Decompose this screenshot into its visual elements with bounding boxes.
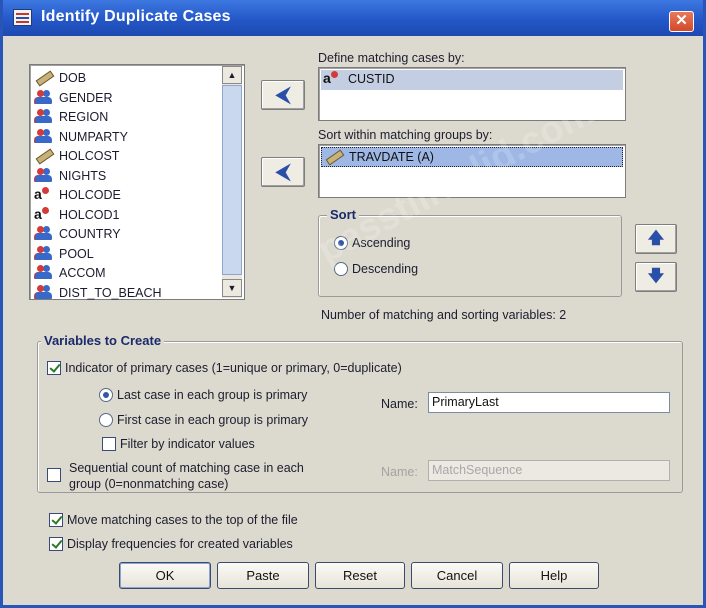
string-variable-icon xyxy=(34,186,54,202)
dialog-title: Identify Duplicate Cases xyxy=(41,8,231,25)
matching-cases-label: Define matching cases by: xyxy=(318,51,465,65)
move-to-top-checkbox[interactable]: Move matching cases to the top of the fi… xyxy=(49,513,298,527)
ok-button[interactable]: OK xyxy=(119,562,211,589)
nominal-variable-icon xyxy=(34,128,54,144)
nominal-variable-icon xyxy=(34,264,54,280)
nominal-variable-icon xyxy=(34,89,54,105)
move-to-top-label: Move matching cases to the top of the fi… xyxy=(67,513,298,527)
indicator-checkbox-box[interactable] xyxy=(47,361,61,375)
variable-list-item[interactable]: NUMPARTY xyxy=(34,128,214,147)
nominal-variable-icon xyxy=(34,108,54,124)
descending-label: Descending xyxy=(352,262,419,276)
display-frequencies-label: Display frequencies for created variable… xyxy=(67,537,293,551)
move-to-matching-button[interactable]: ⮜ xyxy=(261,80,305,110)
variable-list-item[interactable]: DOB xyxy=(34,69,214,88)
variable-list-item[interactable]: GENDER xyxy=(34,89,214,108)
matching-item-label: CUSTID xyxy=(348,72,395,86)
filter-checkbox-box[interactable] xyxy=(102,437,116,451)
name-label: Name: xyxy=(381,397,418,411)
variable-count-text: Number of matching and sorting variables… xyxy=(321,308,567,322)
variable-name: DIST_TO_BEACH xyxy=(59,285,162,300)
paste-button[interactable]: Paste xyxy=(217,562,309,589)
matching-item-row[interactable]: CUSTID xyxy=(321,70,623,90)
display-frequencies-checkbox-box[interactable] xyxy=(49,537,63,551)
nominal-variable-icon xyxy=(34,167,54,183)
filter-label: Filter by indicator values xyxy=(120,437,255,451)
variable-list-item[interactable]: DIST_TO_BEACH xyxy=(34,284,214,303)
reset-button[interactable]: Reset xyxy=(315,562,405,589)
variable-list-item[interactable]: REGION xyxy=(34,108,214,127)
move-down-button[interactable]: 🡇 xyxy=(635,262,677,292)
close-button[interactable]: ✕ xyxy=(669,11,694,32)
string-variable-icon xyxy=(34,206,54,222)
variables-to-create-title: Variables to Create xyxy=(41,333,165,348)
seq-name-label: Name: xyxy=(381,465,418,479)
move-to-sorting-button[interactable]: ⮜ xyxy=(261,157,305,187)
variable-list-item[interactable]: NIGHTS xyxy=(34,167,214,186)
string-variable-icon xyxy=(323,70,343,86)
source-variable-list[interactable]: ▲ ▼ DOB GENDER REGION NUMPARTY HOLCOST NIGHTS… xyxy=(29,64,245,300)
variable-name: HOLCOST xyxy=(59,149,120,163)
nominal-variable-icon xyxy=(34,225,54,241)
variable-list-item[interactable]: POOL xyxy=(34,245,214,264)
first-case-label: First case in each group is primary xyxy=(117,413,309,427)
nominal-variable-icon xyxy=(34,284,54,300)
last-case-label: Last case in each group is primary xyxy=(117,388,308,402)
scroll-down-button[interactable]: ▼ xyxy=(222,279,242,297)
variable-list-item[interactable]: HOLCOD1 xyxy=(34,206,214,225)
variable-name: HOLCODE xyxy=(59,188,121,202)
variable-name: REGION xyxy=(59,110,109,124)
variable-list-item[interactable]: ACCOM xyxy=(34,264,214,283)
variable-list-item[interactable]: HOLCODE xyxy=(34,186,214,205)
indicator-label: Indicator of primary cases (1=unique or … xyxy=(65,361,402,375)
sequential-checkbox-box[interactable] xyxy=(47,468,61,482)
descending-radio[interactable]: Descending xyxy=(334,262,418,276)
nominal-variable-icon xyxy=(34,245,54,261)
scale-variable-icon xyxy=(34,147,54,163)
dialog-icon xyxy=(13,9,32,26)
help-button[interactable]: Help xyxy=(509,562,599,589)
cancel-button[interactable]: Cancel xyxy=(411,562,503,589)
scroll-thumb[interactable] xyxy=(222,85,242,275)
scale-variable-icon xyxy=(34,69,54,85)
variable-name: NUMPARTY xyxy=(59,129,128,144)
sequential-label-line1: Sequential count of matching case in eac… xyxy=(69,461,304,475)
move-up-button[interactable]: 🡅 xyxy=(635,224,677,254)
variable-name: POOL xyxy=(59,246,94,261)
variable-name: HOLCOD1 xyxy=(59,207,120,222)
identify-duplicate-cases-dialog: Identify Duplicate Cases ✕ ▲ ▼ DOB GENDER… xyxy=(0,0,706,608)
sorting-item-label: TRAVDATE (A) xyxy=(349,150,434,164)
sequential-label-line2: group (0=nonmatching case) xyxy=(69,477,229,491)
last-case-radio-indicator[interactable] xyxy=(99,388,113,402)
indicator-checkbox[interactable]: Indicator of primary cases (1=unique or … xyxy=(47,361,402,375)
variable-name: ACCOM xyxy=(59,266,106,280)
variable-list-item[interactable]: COUNTRY xyxy=(34,225,214,244)
variable-name: DOB xyxy=(59,71,87,85)
title-bar[interactable]: Identify Duplicate Cases ✕ xyxy=(3,0,703,36)
variable-list-scrollbar[interactable]: ▲ ▼ xyxy=(222,66,242,298)
variable-name: NIGHTS xyxy=(59,168,107,183)
scroll-up-button[interactable]: ▲ xyxy=(222,66,242,84)
move-to-top-checkbox-box[interactable] xyxy=(49,513,63,527)
scale-variable-icon xyxy=(324,148,344,164)
display-frequencies-checkbox[interactable]: Display frequencies for created variable… xyxy=(49,537,293,551)
primary-name-field[interactable]: PrimaryLast xyxy=(428,392,670,413)
sorting-label: Sort within matching groups by: xyxy=(318,128,493,142)
last-case-radio[interactable]: Last case in each group is primary xyxy=(99,388,307,402)
variable-list-item[interactable]: HOLCOST xyxy=(34,147,214,166)
variable-name: COUNTRY xyxy=(59,227,121,241)
first-case-radio[interactable]: First case in each group is primary xyxy=(99,413,308,427)
filter-checkbox[interactable]: Filter by indicator values xyxy=(102,437,255,451)
sequence-name-field[interactable]: MatchSequence xyxy=(428,460,670,481)
variable-name: GENDER xyxy=(59,90,113,105)
first-case-radio-indicator[interactable] xyxy=(99,413,113,427)
